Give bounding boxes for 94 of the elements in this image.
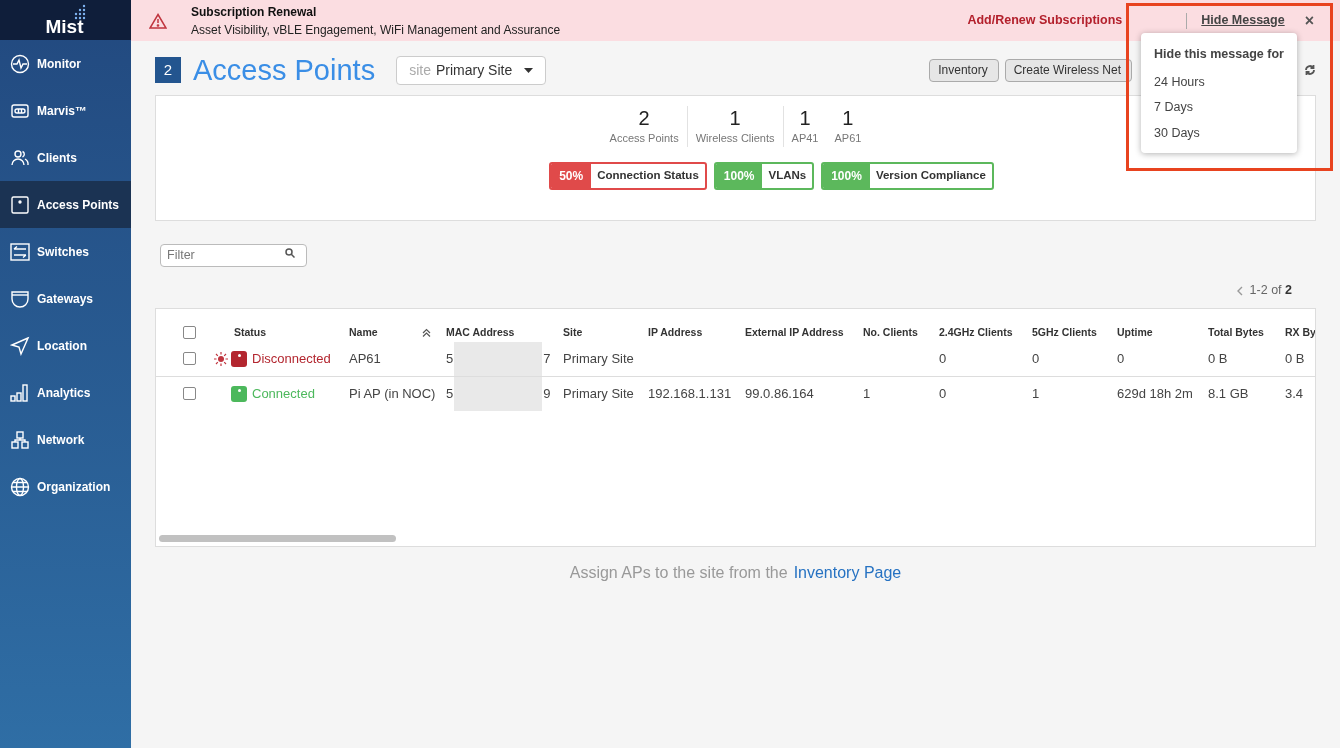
navigation-arrow-icon [10,335,30,356]
column-header[interactable]: External IP Address [745,324,844,341]
bar-chart-icon [10,382,30,403]
sidebar-item[interactable]: Organization [0,463,131,510]
scrollbar[interactable] [159,534,396,542]
logo-text: Mist [45,14,84,39]
table-cell: Pi AP (in NOC) [349,385,436,401]
close-button[interactable]: × [1304,12,1314,29]
mac-text: 5 [446,349,454,368]
column-header[interactable]: 2.4GHz Clients [939,324,1013,341]
table-cell: 3.4 [1285,385,1304,401]
table-cell: 0 [939,350,947,366]
table-cell: 0 [1117,350,1125,366]
shield-icon [10,288,30,309]
banner-subtitle: Asset Visibility, vBLE Engagement, WiFi Management and Assurance [191,21,561,39]
table-cell: 0 [1032,350,1040,366]
table-cell: 0 B [1208,350,1228,366]
warning-icon [149,12,167,29]
banner-title: Subscription Renewal [191,3,318,21]
mac-text: 9 [543,384,551,403]
sidebar-item[interactable]: Network [0,416,131,463]
menu-item[interactable]: 24 Hours [1154,69,1284,96]
arrows-box-icon [10,241,30,262]
stat-value: 1 [729,106,741,130]
sidebar-item[interactable]: Location [0,322,131,369]
table-cell: Primary Site [563,385,634,401]
site-dropdown[interactable]: site Primary Site [396,55,547,85]
column-header[interactable]: RX By [1285,324,1315,341]
column-header[interactable]: No. Clients [863,324,918,341]
pulse-icon [10,53,30,74]
globe-icon [10,476,30,497]
search-icon [285,248,295,258]
column-header[interactable]: Site [563,324,583,341]
table-cell: 192.168.1.131 [648,385,732,401]
previous-icon[interactable] [1236,285,1243,296]
status-badge[interactable]: 50% Connection Status [549,161,707,190]
menu-item[interactable]: 7 Days [1154,95,1284,121]
stat-value: 1 [799,106,811,130]
mac-text: 5 [446,384,454,403]
pager-text: 1-2 of 2 [1249,282,1292,300]
table-cell: 99.0.86.164 [745,385,814,401]
stat-label: AP61 [834,131,862,146]
stat-label: Access Points [609,131,679,146]
stat-label: Wireless Clients [695,131,775,146]
count-badge: 2 [155,57,181,83]
table-cell: AP61 [349,350,381,366]
table-cell: 1 [863,385,871,401]
stat-value: 1 [842,106,854,130]
table-cell: 0 [939,385,947,401]
caret-icon [524,67,534,73]
toolbar-button[interactable]: Create Wireless Net [1004,58,1132,82]
inventory-page-link[interactable]: Inventory Page [793,560,902,585]
stat-value: 2 [638,106,650,130]
sidebar-item[interactable]: Switches [0,228,131,275]
table-cell: 8.1 GB [1208,385,1249,401]
hide-message-link[interactable]: Hide Message [1201,11,1285,30]
sidebar-item[interactable]: Analytics [0,369,131,416]
sidebar-item[interactable]: Clients [0,134,131,181]
column-header[interactable]: Status [234,324,267,341]
column-header[interactable]: Name [349,324,378,341]
table-cell: 0 B [1285,350,1305,366]
checkbox[interactable] [183,352,196,365]
people-icon [10,147,30,168]
refresh-icon[interactable] [1304,64,1316,76]
assign-hint: Assign APs to the site from the [569,562,788,583]
checkbox[interactable] [183,387,196,400]
popover-title: Hide this message for [1154,46,1284,63]
status-text: Disconnected [252,349,331,368]
filter-field[interactable]: Filter [160,243,307,267]
status-badge[interactable]: 100% VLANs [713,161,815,190]
status-text: Connected [252,384,315,403]
sidebar-item[interactable]: Marvis™ [0,87,131,134]
checkbox[interactable] [183,326,196,339]
sidebar-item[interactable]: Monitor [0,40,131,87]
network-icon [10,429,30,450]
table-cell: 1 [1032,385,1040,401]
status-badge[interactable]: 100% Version Compliance [821,161,994,190]
column-header[interactable]: Total Bytes [1208,324,1264,341]
column-header[interactable]: MAC Address [446,324,515,341]
menu-item[interactable]: 30 Days [1154,120,1284,147]
page-title: Access Points [193,55,376,85]
mac-text: 7 [543,349,551,368]
column-header[interactable]: Uptime [1117,324,1153,341]
toolbar-button[interactable]: Inventory [929,58,999,82]
sort-icon[interactable] [421,328,431,337]
table-cell: 629d 18h 2m [1117,385,1193,401]
stat-label: AP41 [791,131,819,146]
dots-icon [72,4,86,22]
renew-link[interactable]: Add/Renew Subscriptions [967,11,1123,30]
sidebar-item[interactable]: Access Points [0,181,131,228]
sidebar-item[interactable]: Gateways [0,275,131,322]
table-cell: Primary Site [563,350,634,366]
column-header[interactable]: IP Address [648,324,703,341]
column-header[interactable]: 5GHz Clients [1032,324,1097,341]
